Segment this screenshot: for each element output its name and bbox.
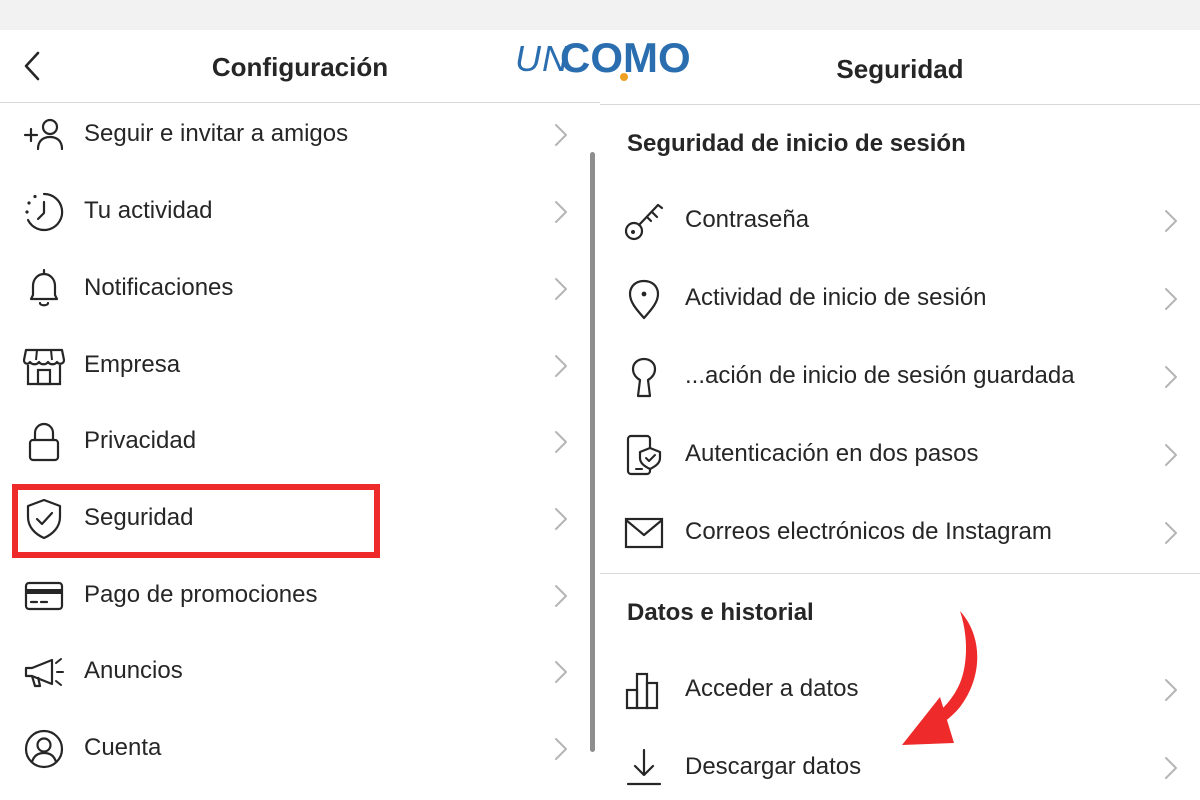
- chevron-right-icon: [555, 585, 567, 607]
- phone-shield-icon: [622, 433, 666, 477]
- activity-clock-icon: [22, 190, 66, 234]
- status-strip-left: [0, 0, 600, 30]
- key-icon: [622, 199, 666, 243]
- settings-panel: Configuración Seguir e invitar a amigos: [0, 0, 600, 800]
- section-title-login-security: Seguridad de inicio de sesión: [627, 130, 966, 157]
- chevron-right-icon: [555, 124, 567, 146]
- chevron-right-icon: [555, 278, 567, 300]
- add-person-icon: [22, 113, 66, 157]
- status-strip-right: [600, 0, 1200, 30]
- chevron-right-icon: [1165, 444, 1177, 466]
- shield-check-icon: [22, 497, 66, 541]
- security-item-label: Actividad de inicio de sesión: [685, 284, 987, 311]
- chevron-right-icon: [555, 661, 567, 683]
- settings-item-activity[interactable]: Tu actividad: [0, 176, 600, 248]
- chevron-right-icon: [1165, 288, 1177, 310]
- chevron-right-icon: [1165, 366, 1177, 388]
- section-divider: [600, 573, 1200, 574]
- scrollbar[interactable]: [590, 152, 595, 752]
- bar-chart-icon: [622, 668, 666, 712]
- security-item-label: Descargar datos: [685, 753, 862, 780]
- chevron-right-icon: [555, 355, 567, 377]
- chevron-right-icon: [1165, 757, 1177, 779]
- chevron-right-icon: [555, 738, 567, 760]
- settings-item-label: Privacidad: [84, 427, 197, 454]
- security-item-label: Acceder a datos: [685, 675, 859, 702]
- chevron-right-icon: [555, 201, 567, 223]
- settings-item-label: Seguridad: [84, 504, 194, 531]
- shop-icon: [22, 344, 66, 388]
- user-circle-icon: [22, 727, 66, 771]
- annotation-arrow-icon: [902, 611, 978, 745]
- security-item-two-factor[interactable]: Autenticación en dos pasos: [600, 419, 1200, 491]
- chevron-right-icon: [555, 508, 567, 530]
- credit-card-icon: [22, 574, 66, 618]
- settings-item-label: Anuncios: [84, 657, 183, 684]
- envelope-icon: [622, 511, 666, 555]
- megaphone-icon: [22, 650, 66, 694]
- settings-item-label: Tu actividad: [84, 197, 213, 224]
- chevron-right-icon: [1165, 522, 1177, 544]
- settings-item-label: Cuenta: [84, 734, 162, 761]
- settings-item-follow-invite[interactable]: Seguir e invitar a amigos: [0, 99, 600, 171]
- section-title-data-history: Datos e historial: [627, 599, 814, 626]
- keyhole-icon: [622, 355, 666, 399]
- security-item-label: Autenticación en dos pasos: [685, 440, 979, 467]
- settings-item-security[interactable]: Seguridad: [0, 483, 600, 555]
- security-item-label: Correos electrónicos de Instagram: [685, 518, 1052, 545]
- settings-item-label: Pago de promociones: [84, 581, 318, 608]
- logo-dot: [620, 73, 628, 81]
- settings-item-business[interactable]: Empresa: [0, 330, 600, 402]
- settings-item-notifications[interactable]: Notificaciones: [0, 253, 600, 325]
- chevron-right-icon: [1165, 679, 1177, 701]
- settings-item-label: Seguir e invitar a amigos: [84, 120, 349, 147]
- lock-icon: [22, 420, 66, 464]
- download-icon: [622, 746, 666, 790]
- security-item-label: Contraseña: [685, 206, 810, 233]
- security-item-login-activity[interactable]: Actividad de inicio de sesión: [600, 263, 1200, 335]
- chevron-right-icon: [1165, 210, 1177, 232]
- settings-item-label: Empresa: [84, 351, 181, 378]
- location-pin-icon: [622, 277, 666, 321]
- settings-item-promotion-payments[interactable]: Pago de promociones: [0, 560, 600, 632]
- uncomo-logo: UN COMO: [505, 32, 710, 94]
- settings-item-label: Notificaciones: [84, 274, 234, 301]
- security-item-saved-login[interactable]: ...ación de inicio de sesión guardada: [600, 341, 1200, 413]
- settings-item-privacy[interactable]: Privacidad: [0, 406, 600, 478]
- security-item-instagram-emails[interactable]: Correos electrónicos de Instagram: [600, 497, 1200, 569]
- settings-item-account[interactable]: Cuenta: [0, 713, 600, 785]
- chevron-right-icon: [555, 431, 567, 453]
- bell-icon: [22, 267, 66, 311]
- security-item-label: ...ación de inicio de sesión guardada: [685, 362, 1075, 389]
- settings-item-ads[interactable]: Anuncios: [0, 636, 600, 708]
- security-item-password[interactable]: Contraseña: [600, 185, 1200, 257]
